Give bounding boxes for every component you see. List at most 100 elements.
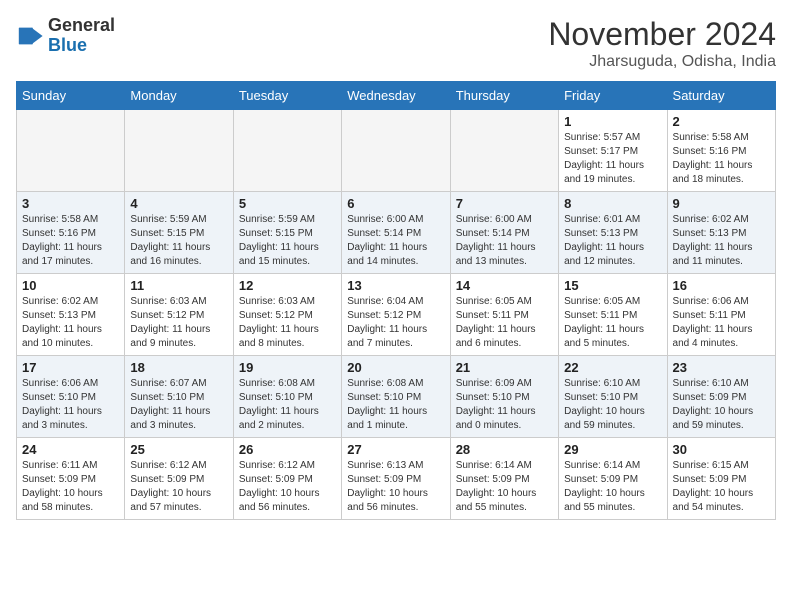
calendar-cell xyxy=(450,110,558,192)
calendar-header-row: SundayMondayTuesdayWednesdayThursdayFrid… xyxy=(17,82,776,110)
calendar-cell: 2 Sunrise: 5:58 AMSunset: 5:16 PMDaylight… xyxy=(667,110,775,192)
logo-text: General Blue xyxy=(48,16,115,56)
month-year: November 2024 xyxy=(548,16,776,53)
day-number: 12 xyxy=(239,278,336,293)
day-number: 29 xyxy=(564,442,661,457)
day-info: Sunrise: 6:12 AMSunset: 5:09 PMDaylight:… xyxy=(130,459,227,515)
day-info: Sunrise: 6:07 AMSunset: 5:10 PMDaylight:… xyxy=(130,377,227,433)
day-number: 21 xyxy=(456,360,553,375)
day-number: 19 xyxy=(239,360,336,375)
calendar-week-row: 24 Sunrise: 6:11 AMSunset: 5:09 PMDayligh… xyxy=(17,438,776,520)
day-number: 4 xyxy=(130,196,227,211)
calendar-cell: 9Sunrise: 6:02 AMSunset: 5:13 PMDaylight… xyxy=(667,192,775,274)
calendar-cell: 4 Sunrise: 5:59 AMSunset: 5:15 PMDaylight… xyxy=(125,192,233,274)
calendar-cell: 5Sunrise: 5:59 AMSunset: 5:15 PMDaylight… xyxy=(233,192,341,274)
calendar-cell: 21 Sunrise: 6:09 AMSunset: 5:10 PMDayligh… xyxy=(450,356,558,438)
day-info: Sunrise: 6:05 AMSunset: 5:11 PMDaylight:… xyxy=(456,295,553,351)
calendar-cell: 10 Sunrise: 6:02 AMSunset: 5:13 PMDayligh… xyxy=(17,274,125,356)
day-number: 27 xyxy=(347,442,444,457)
page-header: General Blue November 2024 Jharsuguda, O… xyxy=(16,16,776,71)
day-number: 10 xyxy=(22,278,119,293)
day-info: Sunrise: 5:59 AMSunset: 5:15 PMDaylight:… xyxy=(130,213,227,269)
day-number: 13 xyxy=(347,278,444,293)
day-header-friday: Friday xyxy=(559,82,667,110)
title-block: November 2024 Jharsuguda, Odisha, India xyxy=(548,16,776,71)
calendar-cell: 13Sunrise: 6:04 AMSunset: 5:12 PMDayligh… xyxy=(342,274,450,356)
calendar-cell xyxy=(125,110,233,192)
day-number: 1 xyxy=(564,114,661,129)
day-info: Sunrise: 6:01 AMSunset: 5:13 PMDaylight:… xyxy=(564,213,661,269)
day-number: 24 xyxy=(22,442,119,457)
calendar-cell: 29 Sunrise: 6:14 AMSunset: 5:09 PMDayligh… xyxy=(559,438,667,520)
day-number: 8 xyxy=(564,196,661,211)
day-info: Sunrise: 5:58 AMSunset: 5:16 PMDaylight:… xyxy=(22,213,119,269)
day-number: 25 xyxy=(130,442,227,457)
day-info: Sunrise: 6:10 AMSunset: 5:10 PMDaylight:… xyxy=(564,377,661,433)
calendar-cell: 20 Sunrise: 6:08 AMSunset: 5:10 PMDayligh… xyxy=(342,356,450,438)
day-number: 6 xyxy=(347,196,444,211)
calendar-cell: 14 Sunrise: 6:05 AMSunset: 5:11 PMDayligh… xyxy=(450,274,558,356)
day-info: Sunrise: 6:14 AMSunset: 5:09 PMDaylight:… xyxy=(456,459,553,515)
calendar-cell: 17Sunrise: 6:06 AMSunset: 5:10 PMDayligh… xyxy=(17,356,125,438)
location: Jharsuguda, Odisha, India xyxy=(548,53,776,71)
day-number: 15 xyxy=(564,278,661,293)
day-number: 7 xyxy=(456,196,553,211)
day-number: 3 xyxy=(22,196,119,211)
calendar-cell xyxy=(17,110,125,192)
day-info: Sunrise: 6:03 AMSunset: 5:12 PMDaylight:… xyxy=(239,295,336,351)
calendar-cell: 6 Sunrise: 6:00 AMSunset: 5:14 PMDaylight… xyxy=(342,192,450,274)
day-number: 20 xyxy=(347,360,444,375)
calendar-cell: 1Sunrise: 5:57 AMSunset: 5:17 PMDaylight… xyxy=(559,110,667,192)
calendar-cell: 12 Sunrise: 6:03 AMSunset: 5:12 PMDayligh… xyxy=(233,274,341,356)
day-number: 28 xyxy=(456,442,553,457)
day-info: Sunrise: 6:09 AMSunset: 5:10 PMDaylight:… xyxy=(456,377,553,433)
calendar-cell: 27 Sunrise: 6:13 AMSunset: 5:09 PMDayligh… xyxy=(342,438,450,520)
day-info: Sunrise: 6:05 AMSunset: 5:11 PMDaylight:… xyxy=(564,295,661,351)
calendar-week-row: 1Sunrise: 5:57 AMSunset: 5:17 PMDaylight… xyxy=(17,110,776,192)
logo-general: General xyxy=(48,15,115,35)
day-info: Sunrise: 6:15 AMSunset: 5:09 PMDaylight:… xyxy=(673,459,770,515)
calendar-cell: 19 Sunrise: 6:08 AMSunset: 5:10 PMDayligh… xyxy=(233,356,341,438)
day-number: 16 xyxy=(673,278,770,293)
day-info: Sunrise: 6:12 AMSunset: 5:09 PMDaylight:… xyxy=(239,459,336,515)
calendar-cell: 23Sunrise: 6:10 AMSunset: 5:09 PMDayligh… xyxy=(667,356,775,438)
day-header-monday: Monday xyxy=(125,82,233,110)
day-info: Sunrise: 6:03 AMSunset: 5:12 PMDaylight:… xyxy=(130,295,227,351)
calendar-cell: 16 Sunrise: 6:06 AMSunset: 5:11 PMDayligh… xyxy=(667,274,775,356)
day-number: 23 xyxy=(673,360,770,375)
day-number: 26 xyxy=(239,442,336,457)
calendar-cell: 8 Sunrise: 6:01 AMSunset: 5:13 PMDaylight… xyxy=(559,192,667,274)
calendar-week-row: 17Sunrise: 6:06 AMSunset: 5:10 PMDayligh… xyxy=(17,356,776,438)
calendar-cell xyxy=(233,110,341,192)
day-header-tuesday: Tuesday xyxy=(233,82,341,110)
calendar-cell: 7Sunrise: 6:00 AMSunset: 5:14 PMDaylight… xyxy=(450,192,558,274)
day-info: Sunrise: 6:06 AMSunset: 5:11 PMDaylight:… xyxy=(673,295,770,351)
day-header-wednesday: Wednesday xyxy=(342,82,450,110)
calendar-cell: 18 Sunrise: 6:07 AMSunset: 5:10 PMDayligh… xyxy=(125,356,233,438)
calendar-cell: 24 Sunrise: 6:11 AMSunset: 5:09 PMDayligh… xyxy=(17,438,125,520)
day-info: Sunrise: 6:08 AMSunset: 5:10 PMDaylight:… xyxy=(239,377,336,433)
day-number: 18 xyxy=(130,360,227,375)
day-number: 30 xyxy=(673,442,770,457)
day-info: Sunrise: 6:11 AMSunset: 5:09 PMDaylight:… xyxy=(22,459,119,515)
day-number: 9 xyxy=(673,196,770,211)
day-info: Sunrise: 6:00 AMSunset: 5:14 PMDaylight:… xyxy=(347,213,444,269)
day-info: Sunrise: 5:58 AMSunset: 5:16 PMDaylight:… xyxy=(673,131,770,187)
day-number: 2 xyxy=(673,114,770,129)
day-info: Sunrise: 6:13 AMSunset: 5:09 PMDaylight:… xyxy=(347,459,444,515)
day-header-saturday: Saturday xyxy=(667,82,775,110)
day-number: 14 xyxy=(456,278,553,293)
day-info: Sunrise: 6:02 AMSunset: 5:13 PMDaylight:… xyxy=(22,295,119,351)
calendar-cell: 28 Sunrise: 6:14 AMSunset: 5:09 PMDayligh… xyxy=(450,438,558,520)
calendar-table: SundayMondayTuesdayWednesdayThursdayFrid… xyxy=(16,81,776,520)
day-header-thursday: Thursday xyxy=(450,82,558,110)
day-number: 11 xyxy=(130,278,227,293)
calendar-cell: 25 Sunrise: 6:12 AMSunset: 5:09 PMDayligh… xyxy=(125,438,233,520)
calendar-cell xyxy=(342,110,450,192)
calendar-cell: 26 Sunrise: 6:12 AMSunset: 5:09 PMDayligh… xyxy=(233,438,341,520)
day-info: Sunrise: 6:08 AMSunset: 5:10 PMDaylight:… xyxy=(347,377,444,433)
day-header-sunday: Sunday xyxy=(17,82,125,110)
calendar-week-row: 3 Sunrise: 5:58 AMSunset: 5:16 PMDaylight… xyxy=(17,192,776,274)
day-info: Sunrise: 6:14 AMSunset: 5:09 PMDaylight:… xyxy=(564,459,661,515)
logo-blue: Blue xyxy=(48,35,87,55)
